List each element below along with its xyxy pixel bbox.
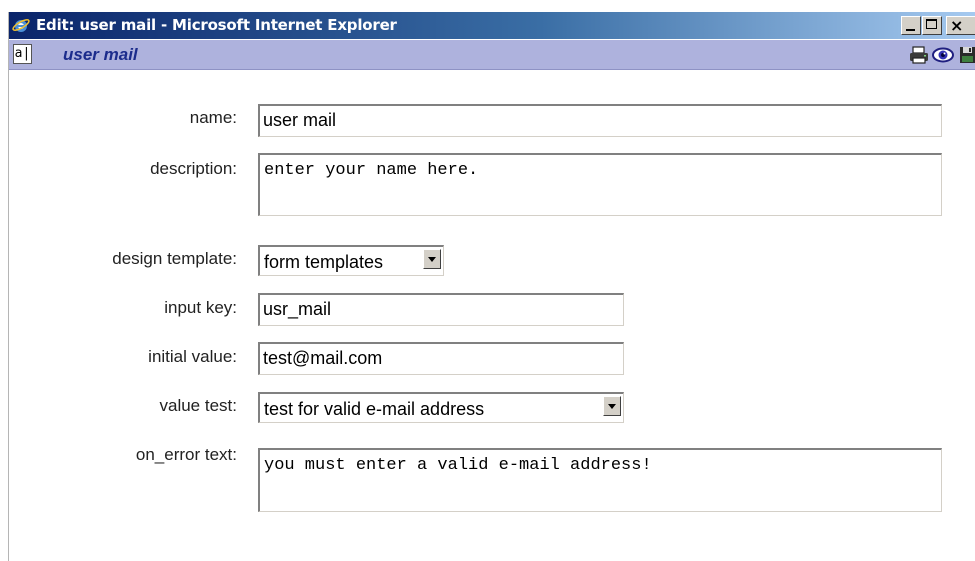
name-input[interactable]: user mail xyxy=(258,104,942,137)
chevron-down-icon xyxy=(428,257,436,262)
on-error-text-label: on_error text: xyxy=(135,445,237,464)
eye-icon[interactable] xyxy=(932,45,954,65)
floppy-disk-icon[interactable] xyxy=(959,45,975,65)
title-bar[interactable]: Edit: user mail - Microsoft Internet Exp… xyxy=(9,12,975,39)
on-error-textarea[interactable]: you must enter a valid e-mail address! xyxy=(258,448,942,512)
printer-icon[interactable] xyxy=(908,45,930,65)
close-icon: × xyxy=(950,16,964,35)
input-key-input[interactable]: usr_mail xyxy=(258,293,624,326)
description-label: description: xyxy=(150,159,237,178)
minimize-icon xyxy=(906,29,915,31)
dropdown-arrow-button[interactable] xyxy=(423,249,441,269)
value-test-value: test for valid e-mail address xyxy=(264,399,485,419)
browser-window: Edit: user mail - Microsoft Internet Exp… xyxy=(8,12,975,561)
design-template-label: design template: xyxy=(112,249,237,268)
editor-header: a| user mail xyxy=(9,40,975,70)
chevron-down-icon xyxy=(608,404,616,409)
header-title: user mail xyxy=(63,45,138,64)
maximize-icon xyxy=(926,19,937,29)
input-key-label: input key: xyxy=(164,298,237,317)
dropdown-arrow-button[interactable] xyxy=(603,396,621,416)
value-test-select[interactable]: test for valid e-mail address xyxy=(258,392,624,423)
minimize-button[interactable] xyxy=(901,16,921,35)
window-title: Edit: user mail - Microsoft Internet Exp… xyxy=(36,16,397,34)
close-button[interactable]: × xyxy=(946,16,975,35)
description-textarea[interactable]: enter your name here. xyxy=(258,153,942,216)
design-template-select[interactable]: form templates xyxy=(258,245,444,276)
value-test-label: value test: xyxy=(159,396,238,415)
initial-value-label: initial value: xyxy=(148,347,237,366)
name-label: name: xyxy=(189,108,237,127)
initial-value-input[interactable]: test@mail.com xyxy=(258,342,624,375)
design-template-value: form templates xyxy=(264,252,384,272)
text-field-icon: a| xyxy=(13,44,32,64)
maximize-button[interactable] xyxy=(922,16,942,35)
internet-explorer-icon xyxy=(12,19,30,32)
